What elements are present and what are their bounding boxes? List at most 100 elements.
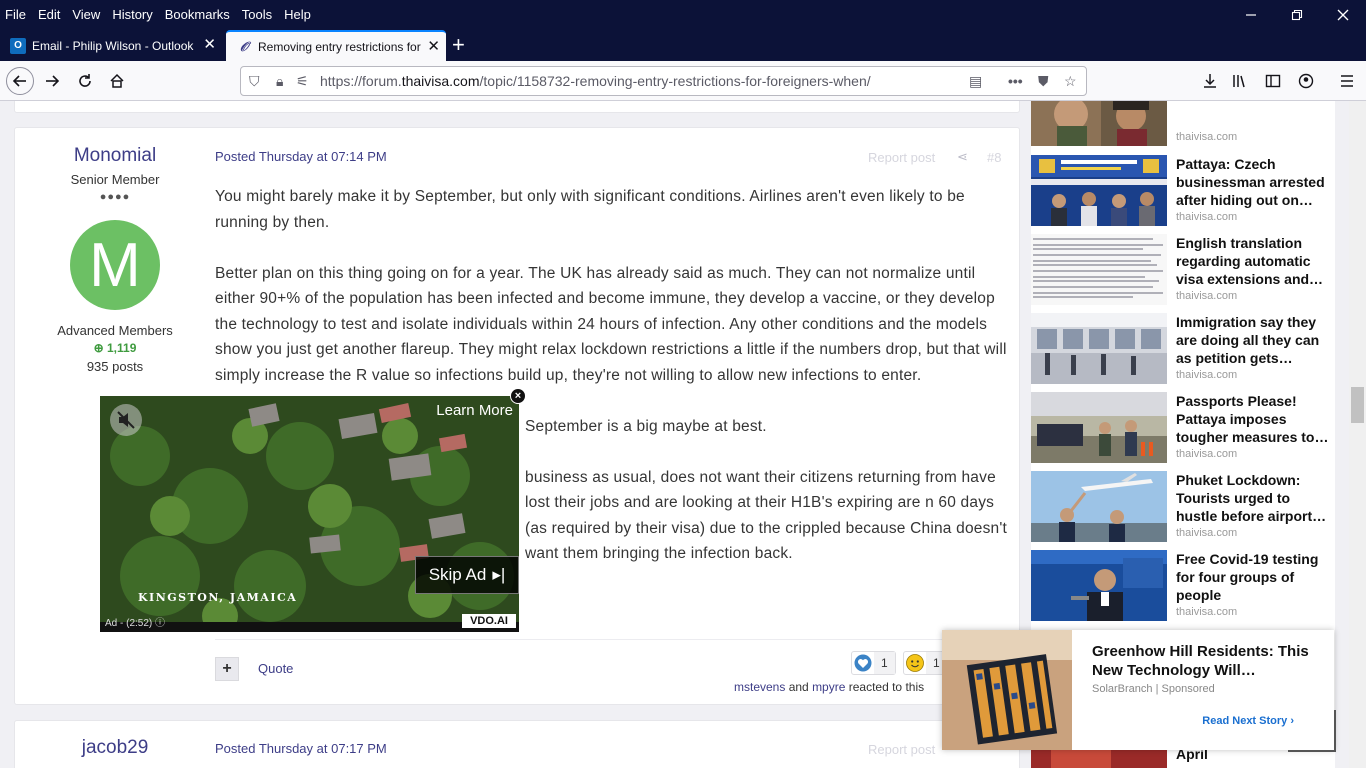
outlook-icon: O bbox=[10, 37, 26, 54]
close-window-button[interactable] bbox=[1320, 0, 1366, 30]
more-actions-icon[interactable]: ••• bbox=[1008, 73, 1023, 89]
rank-dots: ●●●● bbox=[99, 191, 131, 203]
bookmark-star-icon[interactable]: ☆ bbox=[1064, 73, 1077, 90]
news-title: Free Covid-19 testing for four groups of… bbox=[1176, 551, 1319, 603]
url-bar[interactable]: ⛉ 🔒︎ ⚟ https://forum.thaivisa.com/topic/… bbox=[240, 66, 1087, 96]
vdo-ai-logo[interactable]: VDO.AI bbox=[462, 614, 516, 628]
news-source: thaivisa.com bbox=[1176, 606, 1238, 618]
plus-icon: + bbox=[452, 32, 465, 57]
tab-bar: O Email - Philip Wilson - Outlook ✕ 𝒪 Re… bbox=[0, 30, 1366, 61]
close-tab-icon[interactable]: ✕ bbox=[427, 39, 440, 54]
popup-corner bbox=[1288, 710, 1336, 752]
menu-tools[interactable]: Tools bbox=[236, 4, 278, 26]
minimize-button[interactable] bbox=[1228, 0, 1274, 30]
sponsored-popup[interactable]: Greenhow Hill Residents: This New Techno… bbox=[942, 630, 1336, 752]
downloads-button[interactable] bbox=[1196, 67, 1224, 95]
forward-button[interactable] bbox=[38, 67, 66, 95]
close-icon bbox=[1337, 9, 1349, 21]
reader-view-icon[interactable]: ▤ bbox=[969, 73, 982, 90]
report-post-link[interactable]: Report post bbox=[868, 150, 935, 165]
multiquote-button[interactable]: + bbox=[215, 657, 239, 681]
new-tab-button[interactable]: + bbox=[452, 33, 465, 57]
post-paragraph: Better plan on this thing going on for a… bbox=[215, 264, 1007, 384]
tab-title: Removing entry restrictions for bbox=[258, 39, 421, 54]
reaction-thanks[interactable]: 1 bbox=[903, 651, 948, 675]
news-title: Pattaya: Czech businessman arrested afte… bbox=[1176, 156, 1325, 208]
menu-view[interactable]: View bbox=[66, 4, 106, 26]
reload-button[interactable] bbox=[71, 67, 99, 95]
menu-file[interactable]: File bbox=[0, 4, 32, 26]
account-button[interactable] bbox=[1292, 67, 1320, 95]
learn-more-link[interactable]: Learn More bbox=[436, 402, 513, 419]
plus-circle-icon: ⊕ bbox=[93, 341, 107, 355]
restore-button[interactable] bbox=[1274, 0, 1320, 30]
post-number[interactable]: #8 bbox=[987, 150, 1001, 165]
video-ad[interactable]: Learn More KINGSTON, JAMAICA Skip Ad ▸| … bbox=[100, 396, 519, 632]
reacted-by: mstevens and mpyre reacted to this bbox=[734, 680, 925, 694]
news-thumbnail bbox=[1031, 392, 1167, 463]
reacted-user[interactable]: mpyre bbox=[812, 680, 845, 694]
quote-button[interactable]: Quote bbox=[258, 661, 293, 676]
post-footer: + Quote 1 1 mstevens and mpyre reacted t… bbox=[215, 639, 1021, 705]
news-source: thaivisa.com bbox=[1176, 369, 1238, 381]
news-thumbnail bbox=[1031, 471, 1167, 542]
menu-button[interactable] bbox=[1333, 67, 1361, 95]
sponsored-headline[interactable]: Greenhow Hill Residents: This New Techno… bbox=[1092, 642, 1322, 680]
reacted-user[interactable]: mstevens bbox=[734, 680, 785, 694]
menu-history[interactable]: History bbox=[106, 4, 158, 26]
sponsored-image bbox=[942, 630, 1072, 750]
like-icon bbox=[852, 652, 874, 674]
tab-forum[interactable]: 𝒪 Removing entry restrictions for ✕ bbox=[226, 30, 446, 61]
author-name[interactable]: jacob29 bbox=[15, 737, 215, 759]
reload-icon bbox=[79, 74, 91, 87]
lock-icon[interactable]: 🔒︎ bbox=[276, 73, 283, 90]
sidebar-button[interactable] bbox=[1259, 67, 1287, 95]
scrollbar-track[interactable] bbox=[1349, 101, 1366, 768]
news-thumbnail bbox=[1031, 155, 1167, 226]
avatar[interactable]: M bbox=[70, 220, 160, 310]
close-ad-button[interactable]: × bbox=[510, 388, 526, 404]
news-source: thaivisa.com bbox=[1176, 131, 1238, 143]
arrow-left-icon bbox=[12, 75, 26, 87]
tab-outlook[interactable]: O Email - Philip Wilson - Outlook ✕ bbox=[0, 30, 222, 61]
home-button[interactable] bbox=[103, 67, 131, 95]
read-next-story-link[interactable]: Read Next Story › bbox=[1202, 715, 1294, 727]
info-icon[interactable]: ⓘ bbox=[155, 618, 165, 629]
url-text: https://forum.thaivisa.com/topic/1158732… bbox=[320, 73, 871, 89]
news-thumbnail bbox=[1031, 234, 1167, 305]
reaction-count: 1 bbox=[874, 652, 895, 674]
pocket-icon[interactable]: ⛊ bbox=[1038, 73, 1049, 90]
back-button[interactable] bbox=[6, 67, 34, 95]
library-icon bbox=[1233, 75, 1245, 88]
sponsored-attribution: SolarBranch | Sponsored bbox=[1092, 683, 1215, 695]
close-tab-icon[interactable]: ✕ bbox=[203, 37, 216, 52]
scrollbar-thumb[interactable] bbox=[1351, 387, 1364, 423]
report-post-link[interactable]: Report post bbox=[868, 742, 935, 757]
ad-timer: Ad - (2:52) ⓘ bbox=[105, 618, 166, 629]
post-count: 935 posts bbox=[86, 359, 144, 374]
tab-title: Email - Philip Wilson - Outlook bbox=[32, 38, 194, 53]
news-title: Immigration say they are doing all they … bbox=[1176, 314, 1320, 366]
advertiser-name[interactable]: SolarBranch bbox=[1092, 683, 1153, 695]
news-source: thaivisa.com bbox=[1176, 527, 1238, 539]
menu-bookmarks[interactable]: Bookmarks bbox=[159, 4, 236, 26]
author-name[interactable]: Monomial bbox=[15, 145, 215, 167]
hamburger-icon bbox=[1341, 75, 1353, 87]
news-title: Passports Please! Pattaya imposes toughe… bbox=[1176, 393, 1329, 445]
reaction-like[interactable]: 1 bbox=[851, 651, 896, 675]
post-date[interactable]: Posted Thursday at 07:17 PM bbox=[215, 741, 387, 756]
share-icon[interactable]: ⋖ bbox=[957, 149, 968, 165]
menu-edit[interactable]: Edit bbox=[32, 4, 66, 26]
video-caption: KINGSTON, JAMAICA bbox=[138, 591, 298, 604]
permissions-icon[interactable]: ⚟ bbox=[296, 73, 309, 90]
skip-forward-icon: ▸| bbox=[492, 565, 506, 584]
skip-ad-button[interactable]: Skip Ad ▸| bbox=[415, 556, 519, 594]
library-button[interactable] bbox=[1225, 67, 1253, 95]
menu-help[interactable]: Help bbox=[278, 4, 317, 26]
mute-button[interactable] bbox=[110, 404, 142, 436]
post-date[interactable]: Posted Thursday at 07:14 PM bbox=[215, 149, 387, 164]
author-rank: Senior Member bbox=[70, 172, 160, 187]
member-group: Advanced Members bbox=[57, 323, 173, 338]
shield-icon[interactable]: ⛉ bbox=[249, 73, 260, 90]
navigation-bar: ⛉ 🔒︎ ⚟ https://forum.thaivisa.com/topic/… bbox=[0, 61, 1366, 101]
